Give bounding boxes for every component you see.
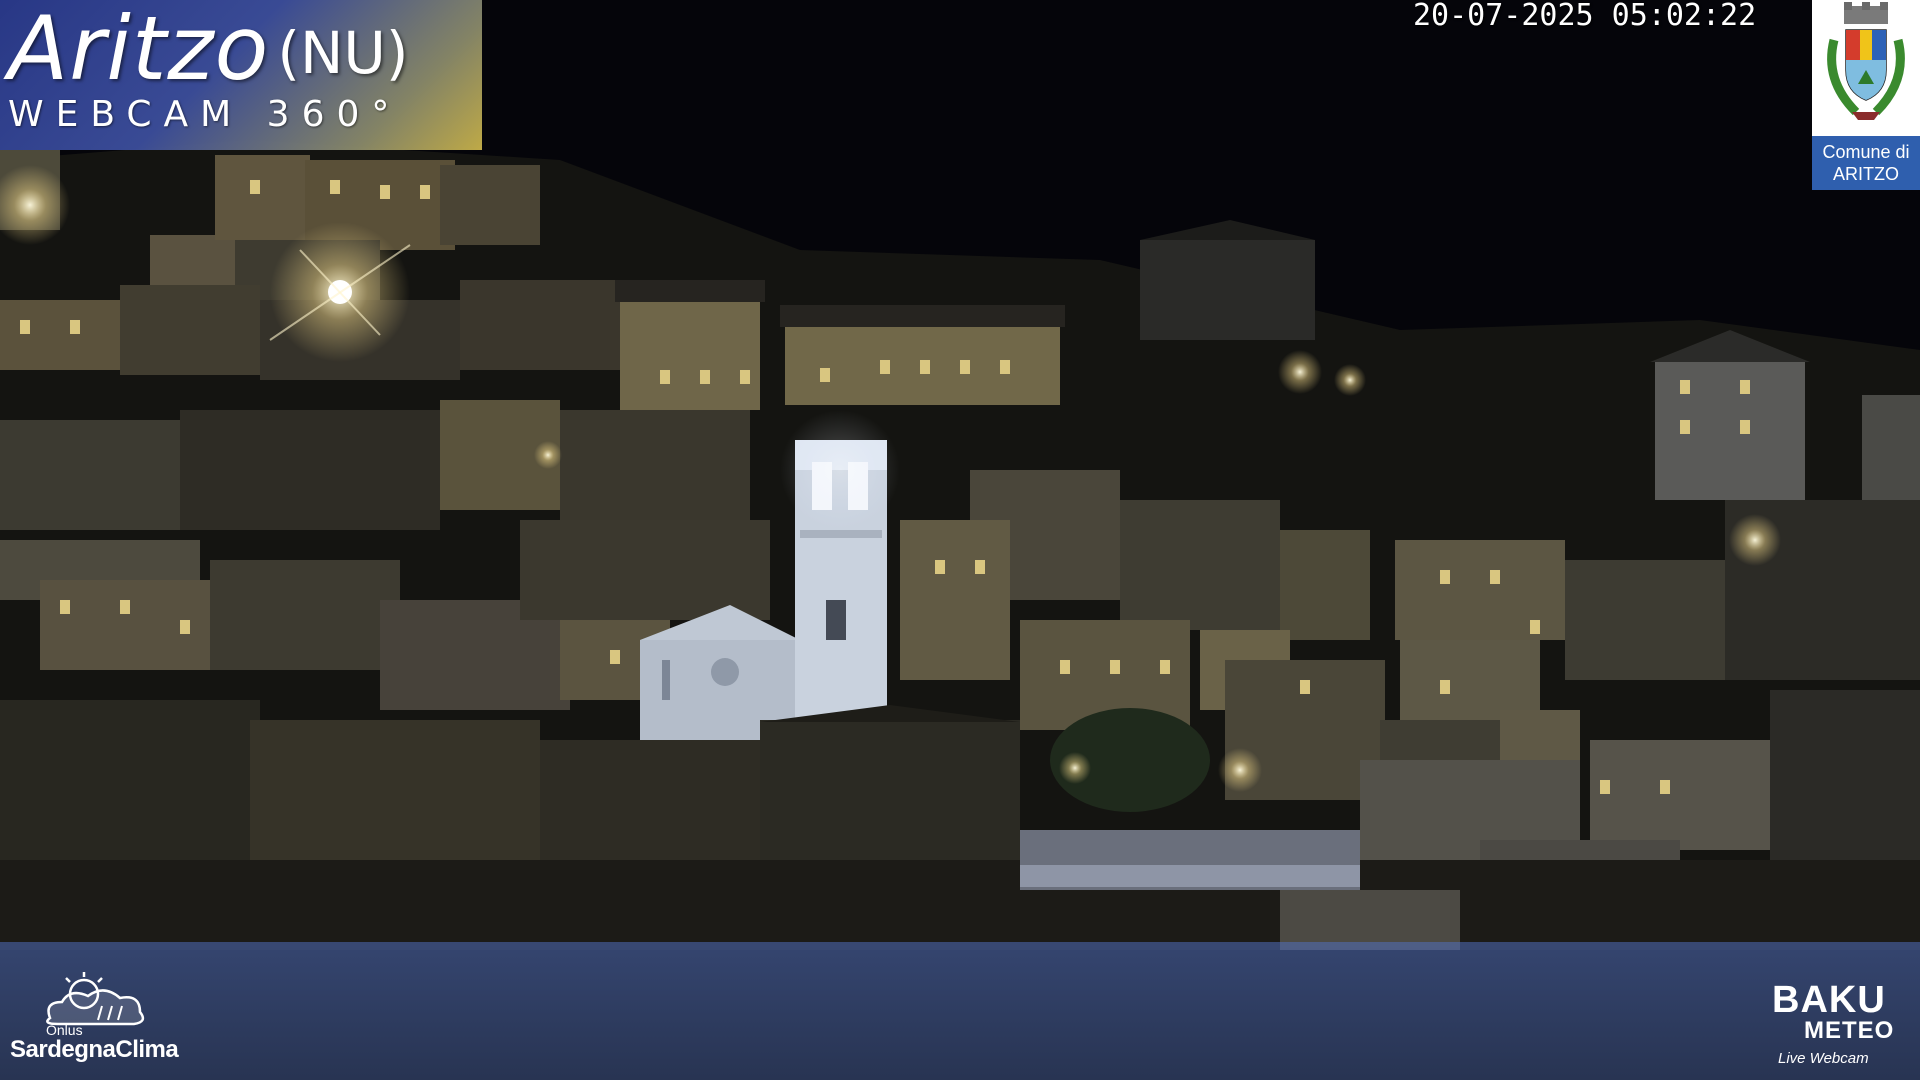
- webcam-title: Aritzo (NU): [8, 0, 408, 108]
- logo-tagline: Live Webcam: [1778, 1050, 1869, 1067]
- cloud-sun-icon: [46, 972, 145, 1026]
- webcam-subtitle: WEBCAM 360°: [8, 94, 402, 135]
- bottom-overlay-bar: [0, 942, 1920, 1080]
- sardegnaclima-logo: Onlus SardegnaClima: [10, 972, 180, 1072]
- location-name: Aritzo: [8, 0, 270, 100]
- logo-meteo-text: METEO: [1804, 1017, 1895, 1044]
- crest-label-line1: Comune di: [1822, 142, 1910, 162]
- province-code: (NU): [277, 19, 409, 87]
- bakumeteo-logo: BAKU METEO Live Webcam: [1770, 980, 1920, 1080]
- comune-crest: Comune di ARITZO: [1812, 0, 1920, 190]
- logo-brand-text: SardegnaClima: [10, 1036, 179, 1063]
- crest-label-line2: ARITZO: [1833, 164, 1899, 184]
- coat-of-arms-icon: [1827, 2, 1905, 120]
- timestamp: 20-07-2025 05:02:22: [1413, 0, 1757, 33]
- crest-label: Comune di ARITZO: [1812, 136, 1920, 190]
- logo-baku-text: BAKU: [1772, 979, 1886, 1021]
- webcam-night-scene: [0, 0, 1920, 1080]
